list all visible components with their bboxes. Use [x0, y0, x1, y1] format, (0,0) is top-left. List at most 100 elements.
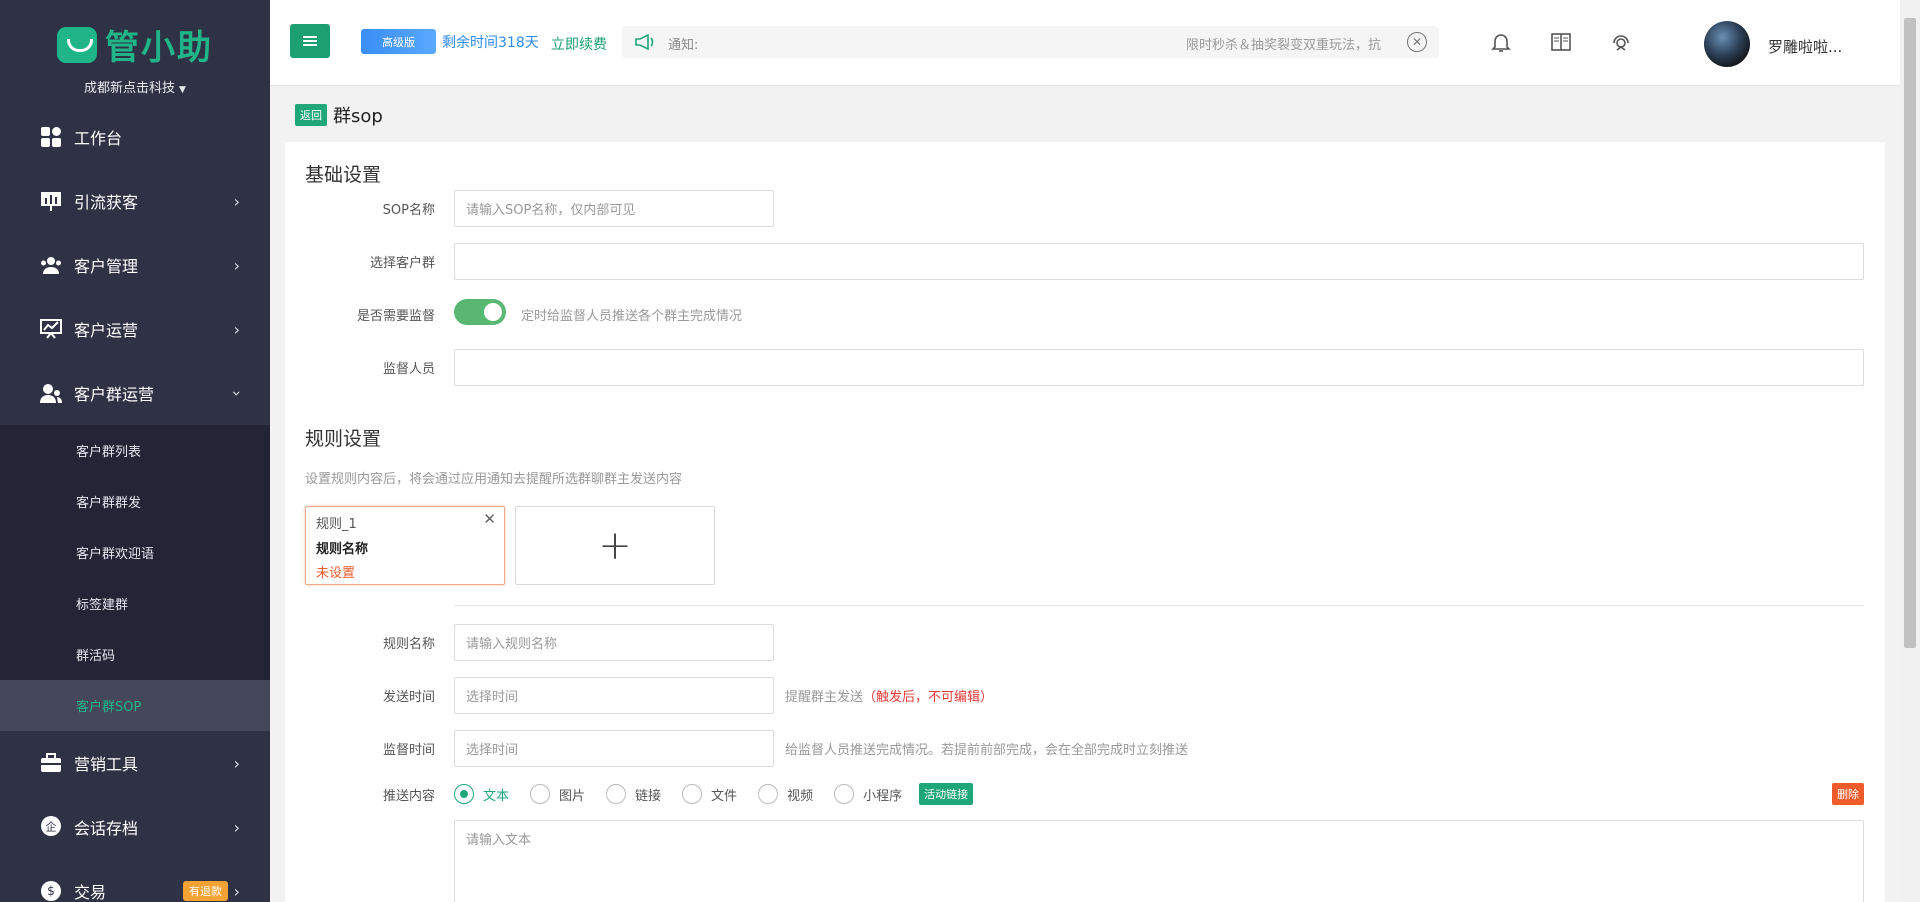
radio-file[interactable]: 文件: [682, 784, 737, 804]
sidebar-item-label: 客户群运营: [74, 385, 155, 404]
basic-settings-title: 基础设置: [305, 164, 382, 186]
edition-badge: 高级版: [361, 29, 436, 54]
supervise-hint: 定时给监督人员推送各个群主完成情况: [521, 309, 743, 324]
chevron-right-icon: ›: [233, 255, 240, 275]
sidebar-subitem-group-broadcast[interactable]: 客户群群发: [0, 476, 270, 527]
radio-image[interactable]: 图片: [530, 784, 585, 804]
customer-service-icon[interactable]: [1609, 30, 1633, 54]
content-textarea[interactable]: 请输入文本: [454, 820, 1864, 902]
megaphone-icon: [635, 33, 654, 51]
user-name[interactable]: 罗雕啦啦...: [1768, 36, 1842, 57]
radio-circle: [834, 784, 855, 804]
avatar[interactable]: [1704, 21, 1750, 67]
rule-name-input[interactable]: 请输入规则名称: [454, 624, 774, 661]
sidebar-item-workbench[interactable]: 工作台: [0, 105, 270, 169]
radio-text[interactable]: 文本: [454, 784, 509, 804]
sidebar-item-acquire[interactable]: 引流获客 ›: [0, 169, 270, 233]
close-icon[interactable]: ✕: [1407, 32, 1427, 52]
notice-label: 通知:: [668, 38, 699, 53]
radio-circle: [606, 784, 627, 804]
dashboard-icon: [38, 124, 64, 150]
sidebar-item-customer-manage[interactable]: 客户管理 ›: [0, 233, 270, 297]
delete-button[interactable]: 删除: [1832, 783, 1864, 805]
rule-card-status: 未设置: [316, 566, 356, 581]
chevron-right-icon: ›: [233, 319, 240, 339]
supervise-time-input[interactable]: 选择时间: [454, 730, 774, 767]
enterprise-chat-icon: 企: [38, 814, 64, 840]
radio-label: 小程序: [863, 788, 903, 804]
supervise-time-label: 监督时间: [382, 743, 435, 758]
radio-circle: [682, 784, 703, 804]
supervise-time-hint: 给监督人员推送完成情况。若提前前部完成，会在全部完成时立刻推送: [785, 743, 1189, 758]
back-button[interactable]: 返回: [295, 103, 327, 126]
submenu-group-ops: 客户群列表 客户群群发 客户群欢迎语 标签建群 群活码 客户群SOP: [0, 425, 270, 731]
chevron-right-icon: ›: [233, 191, 240, 211]
company-name: 成都新点击科技: [84, 81, 176, 96]
sidebar-item-label: 会话存档: [74, 819, 139, 838]
supervisor-input[interactable]: [454, 349, 1864, 386]
rule-settings-title: 规则设置: [305, 428, 382, 450]
close-icon[interactable]: ✕: [483, 510, 496, 528]
group-user-icon: [38, 380, 64, 406]
sidebar-item-chat-archive[interactable]: 企 会话存档 ›: [0, 795, 270, 859]
sop-name-input[interactable]: 请输入SOP名称，仅内部可见: [454, 190, 774, 227]
radio-label: 文本: [483, 788, 510, 804]
send-time-warning: （触发后，不可编辑）: [863, 690, 994, 705]
sidebar-item-trade[interactable]: $ 交易 有退款 ›: [0, 859, 270, 902]
briefcase-icon: [38, 750, 64, 776]
presentation-icon: [38, 316, 64, 342]
vertical-scrollbar[interactable]: [1900, 0, 1920, 902]
radio-link[interactable]: 链接: [606, 784, 661, 804]
sidebar: 管小助 成都新点击科技 ▼ 工作台 引流获客 › 客户管理 › 客户运营 › 客…: [0, 0, 270, 902]
caret-down-icon: ▼: [179, 85, 186, 95]
sidebar-item-label: 客户管理: [74, 257, 139, 276]
remaining-time: 剩余时间318天: [442, 35, 539, 51]
radio-video[interactable]: 视频: [758, 784, 813, 804]
sidebar-subitem-group-list[interactable]: 客户群列表: [0, 425, 270, 476]
push-content-label: 推送内容: [382, 789, 435, 804]
sidebar-subitem-group-sop[interactable]: 客户群SOP: [0, 680, 270, 731]
rule-description: 设置规则内容后，将会通过应用通知去提醒所选群聊群主发送内容: [305, 472, 683, 487]
menu-toggle-button[interactable]: [290, 24, 330, 58]
scrollbar-thumb[interactable]: [1904, 18, 1916, 648]
push-type-group: 文本 图片 链接 文件 视频 小程序 活动链接: [454, 783, 974, 805]
supervisor-label: 监督人员: [382, 362, 435, 377]
logo: 管小助: [57, 20, 213, 69]
sidebar-item-customer-ops[interactable]: 客户运营 ›: [0, 297, 270, 361]
sidebar-item-marketing[interactable]: 营销工具 ›: [0, 731, 270, 795]
renew-link[interactable]: 立即续费: [551, 34, 607, 54]
sidebar-subitem-tag-group[interactable]: 标签建群: [0, 578, 270, 629]
top-header: 高级版 剩余时间318天 立即续费 通知: 限时秒杀＆抽奖裂变双重玩法，抗 ✕ …: [270, 0, 1900, 86]
chevron-right-icon: ›: [233, 881, 240, 901]
bell-icon[interactable]: [1489, 30, 1513, 54]
radio-miniprogram[interactable]: 小程序: [834, 784, 902, 804]
add-rule-button[interactable]: +: [515, 506, 715, 585]
activity-link-button[interactable]: 活动链接: [919, 783, 974, 805]
logo-area: 管小助 成都新点击科技 ▼: [0, 0, 270, 105]
chevron-down-icon: ›: [227, 389, 247, 397]
radio-label: 文件: [711, 788, 738, 804]
chevron-right-icon: ›: [233, 817, 240, 837]
radio-circle: [758, 784, 779, 804]
radio-circle: [530, 784, 551, 804]
rule-name-label: 规则名称: [382, 637, 435, 652]
send-time-input[interactable]: 选择时间: [454, 677, 774, 714]
chevron-right-icon: ›: [233, 753, 240, 773]
svg-text:企: 企: [46, 820, 57, 834]
supervise-toggle[interactable]: [454, 299, 506, 325]
rule-card[interactable]: 规则_1 ✕ 规则名称 未设置: [305, 506, 505, 585]
company-selector[interactable]: 成都新点击科技 ▼: [0, 77, 270, 96]
sidebar-item-label: 营销工具: [74, 755, 139, 774]
sidebar-subitem-group-welcome[interactable]: 客户群欢迎语: [0, 527, 270, 578]
page-title: 群sop: [333, 105, 383, 127]
sidebar-item-label: 客户运营: [74, 321, 139, 340]
supervise-label: 是否需要监督: [356, 309, 435, 324]
book-icon[interactable]: [1549, 30, 1573, 54]
sidebar-item-group-ops[interactable]: 客户群运营 ›: [0, 361, 270, 425]
trade-icon: $: [38, 878, 64, 902]
sidebar-subitem-group-qrcode[interactable]: 群活码: [0, 629, 270, 680]
sidebar-item-label: 工作台: [74, 129, 123, 148]
send-time-hint: 提醒群主发送（触发后，不可编辑）: [785, 686, 993, 705]
group-select-input[interactable]: [454, 243, 1864, 280]
notice-text[interactable]: 限时秒杀＆抽奖裂变双重玩法，抗: [1186, 34, 1391, 53]
